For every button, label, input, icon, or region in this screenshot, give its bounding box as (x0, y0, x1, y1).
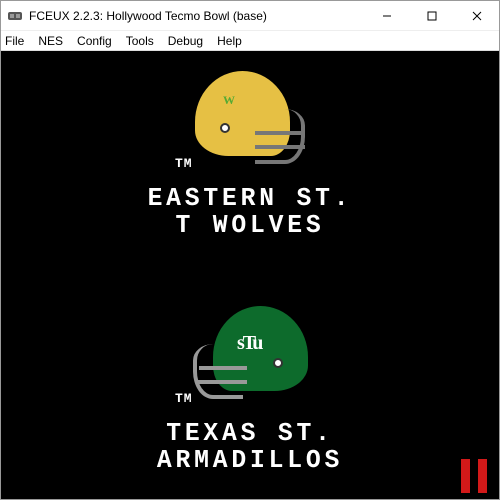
menu-nes[interactable]: NES (38, 34, 63, 48)
team-2-helmet: sTu TM (185, 306, 315, 416)
app-icon (7, 8, 23, 24)
team-1-name: EASTERN ST. T WOLVES (13, 185, 486, 240)
menu-help[interactable]: Help (217, 34, 242, 48)
team-2-name: TEXAS ST. ARMADILLOS (13, 420, 486, 475)
close-button[interactable] (454, 1, 499, 30)
team-2-logo: sTu (237, 332, 261, 355)
window-title: FCEUX 2.2.3: Hollywood Tecmo Bowl (base) (29, 9, 364, 23)
pause-icon (461, 459, 487, 493)
team-2: sTu TM TEXAS ST. ARMADILLOS (1, 306, 499, 475)
menubar: File NES Config Tools Debug Help (1, 31, 499, 51)
helmet-facemask (255, 109, 305, 164)
minimize-button[interactable] (364, 1, 409, 30)
game-viewport[interactable]: W TM EASTERN ST. T WOLVES sTu TM TEXAS S… (1, 51, 499, 499)
helmet-earhole (273, 358, 283, 368)
helmet-earhole (220, 123, 230, 133)
app-window: FCEUX 2.2.3: Hollywood Tecmo Bowl (base)… (0, 0, 500, 500)
trademark-label: TM (175, 391, 193, 406)
menu-debug[interactable]: Debug (168, 34, 203, 48)
window-controls (364, 1, 499, 30)
menu-config[interactable]: Config (77, 34, 112, 48)
team-1-helmet: W TM (185, 71, 315, 181)
titlebar[interactable]: FCEUX 2.2.3: Hollywood Tecmo Bowl (base) (1, 1, 499, 31)
maximize-button[interactable] (409, 1, 454, 30)
helmet-facemask (193, 344, 243, 399)
trademark-label: TM (175, 156, 193, 171)
team-1: W TM EASTERN ST. T WOLVES (1, 71, 499, 240)
menu-file[interactable]: File (5, 34, 24, 48)
menu-tools[interactable]: Tools (126, 34, 154, 48)
team-1-logo: W (223, 93, 235, 108)
